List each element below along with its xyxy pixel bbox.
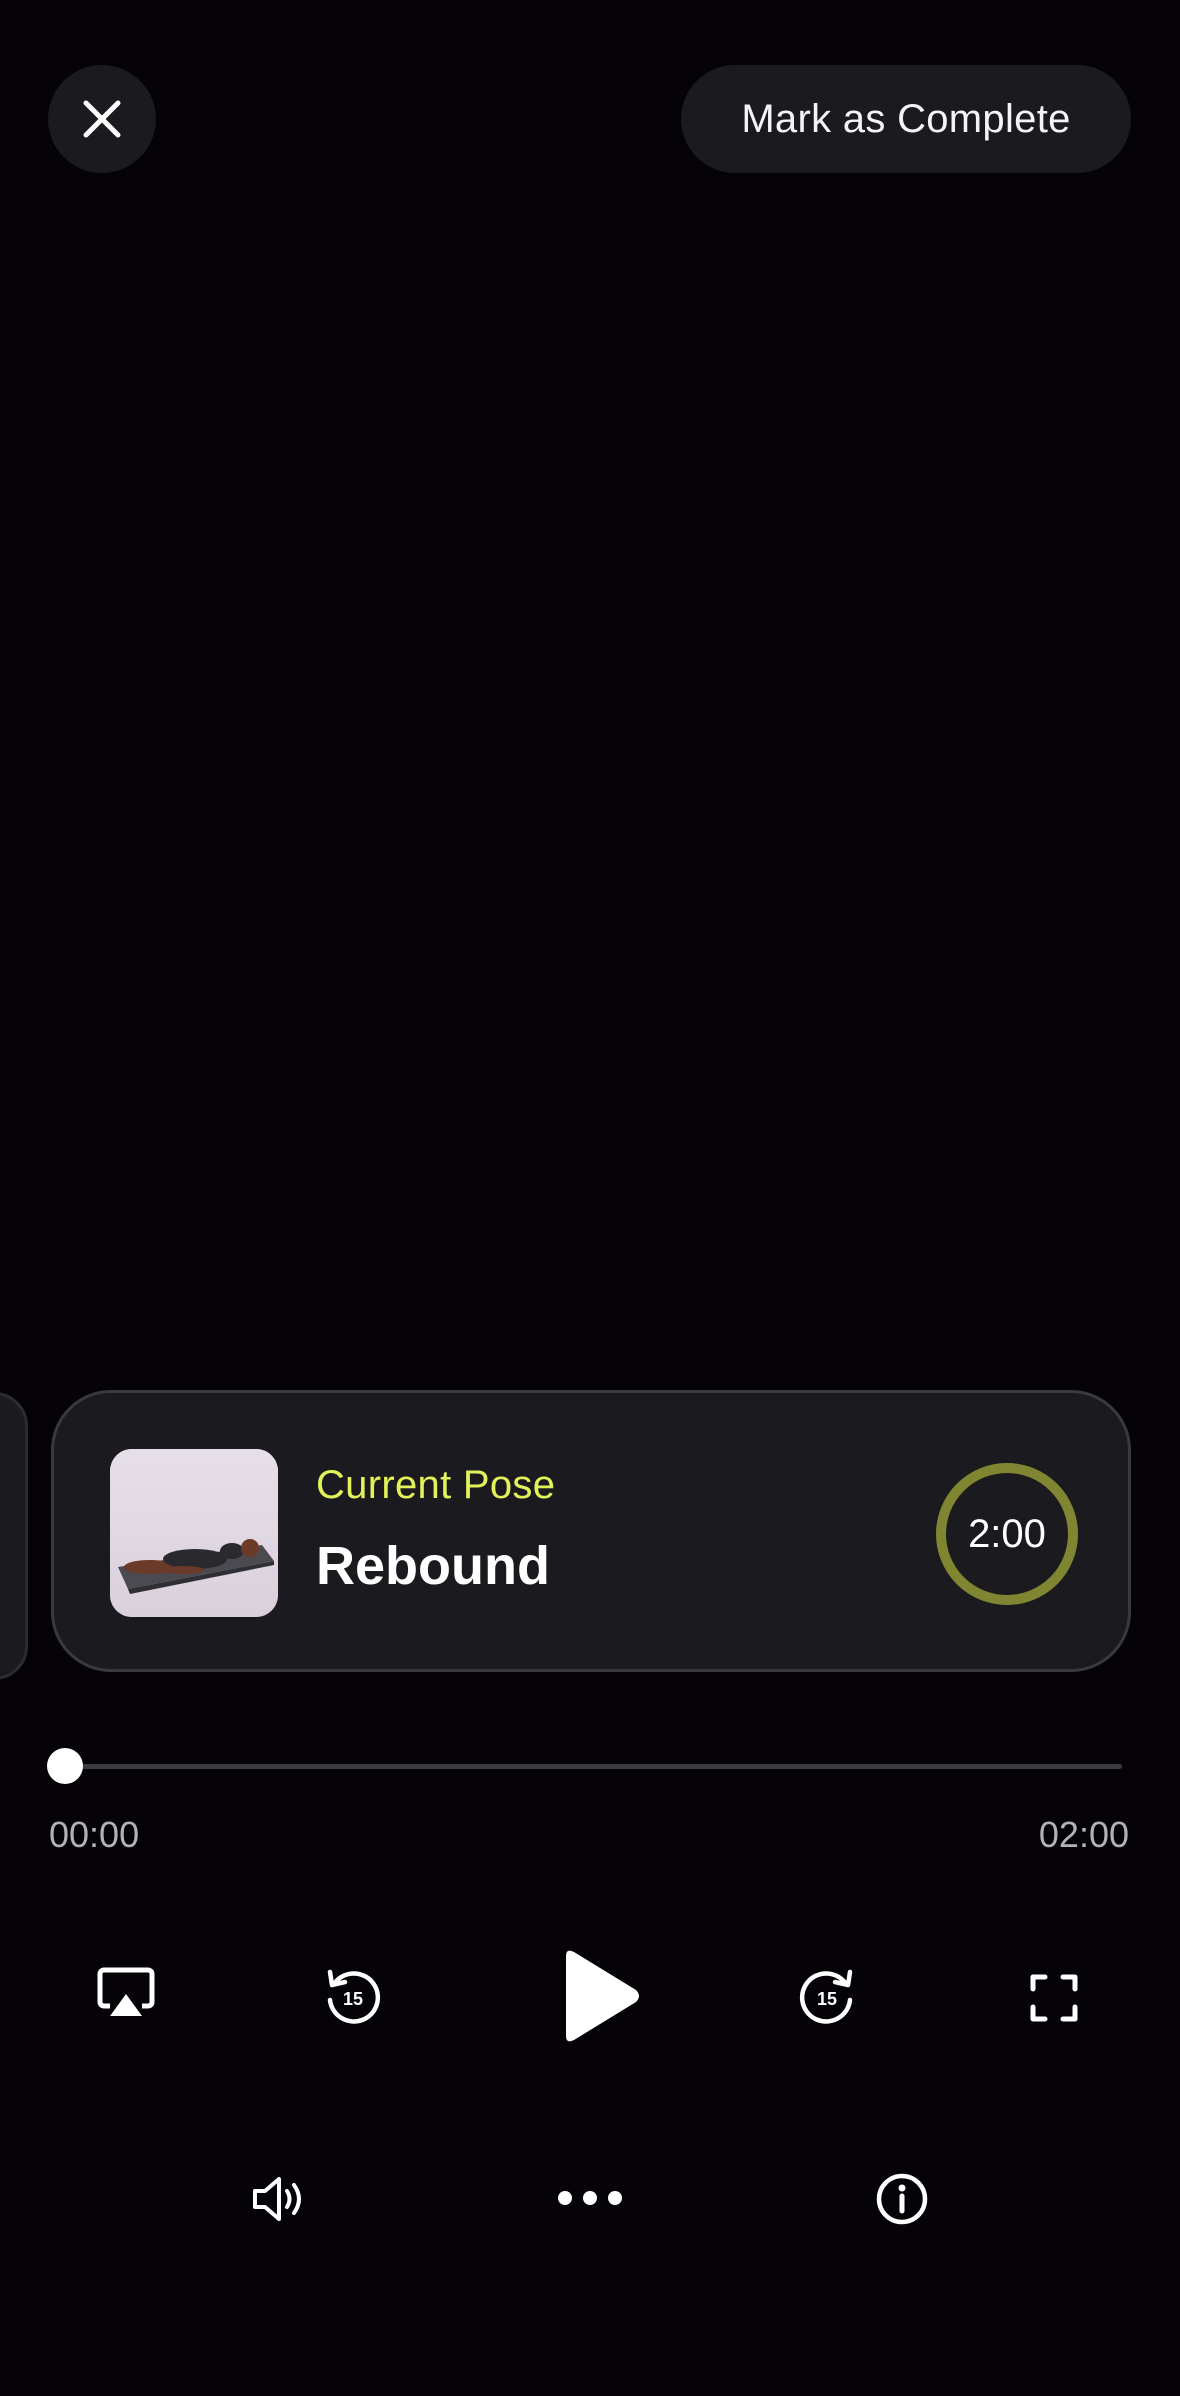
- info-icon: [876, 2173, 928, 2225]
- more-options-button[interactable]: [552, 2180, 628, 2216]
- svg-text:15: 15: [343, 1989, 363, 2009]
- previous-pose-card[interactable]: [0, 1392, 28, 1680]
- close-button[interactable]: [48, 65, 156, 173]
- close-icon: [83, 100, 121, 138]
- volume-button[interactable]: [244, 2168, 316, 2230]
- total-duration: 02:00: [1038, 1814, 1129, 1855]
- forward-15-icon: 15: [799, 1969, 853, 2024]
- timer-value: 2:00: [968, 1511, 1046, 1556]
- player-screen: Mark as Complete Current Pose Rebound 2:…: [0, 0, 1180, 2396]
- play-icon: [566, 1950, 639, 2042]
- forward-15-button[interactable]: 15: [792, 1960, 864, 2032]
- current-pose-card[interactable]: Current Pose Rebound 2:00: [51, 1390, 1131, 1672]
- person-lying-on-mat-image: [110, 1449, 278, 1617]
- play-button[interactable]: [548, 1944, 648, 2048]
- progress-track[interactable]: [64, 1764, 1122, 1769]
- fullscreen-button[interactable]: [1020, 1964, 1088, 2032]
- rewind-15-icon: 15: [327, 1969, 381, 2024]
- airplay-button[interactable]: [88, 1960, 164, 2026]
- more-icon: [558, 2191, 622, 2205]
- volume-icon: [253, 2177, 301, 2221]
- pose-timer: 2:00: [934, 1461, 1080, 1607]
- elapsed-time: 00:00: [49, 1814, 140, 1855]
- progress-scrubber[interactable]: [47, 1748, 83, 1784]
- pose-title: Rebound: [316, 1536, 550, 1596]
- airplay-icon: [97, 1967, 155, 2016]
- fullscreen-icon: [1030, 1974, 1078, 2022]
- pose-subtitle: Current Pose: [316, 1463, 556, 1507]
- svg-text:15: 15: [817, 1989, 837, 2009]
- info-button[interactable]: [870, 2168, 934, 2230]
- pose-thumbnail: [110, 1449, 278, 1617]
- rewind-15-button[interactable]: 15: [316, 1960, 388, 2032]
- mark-as-complete-button[interactable]: Mark as Complete: [681, 65, 1131, 173]
